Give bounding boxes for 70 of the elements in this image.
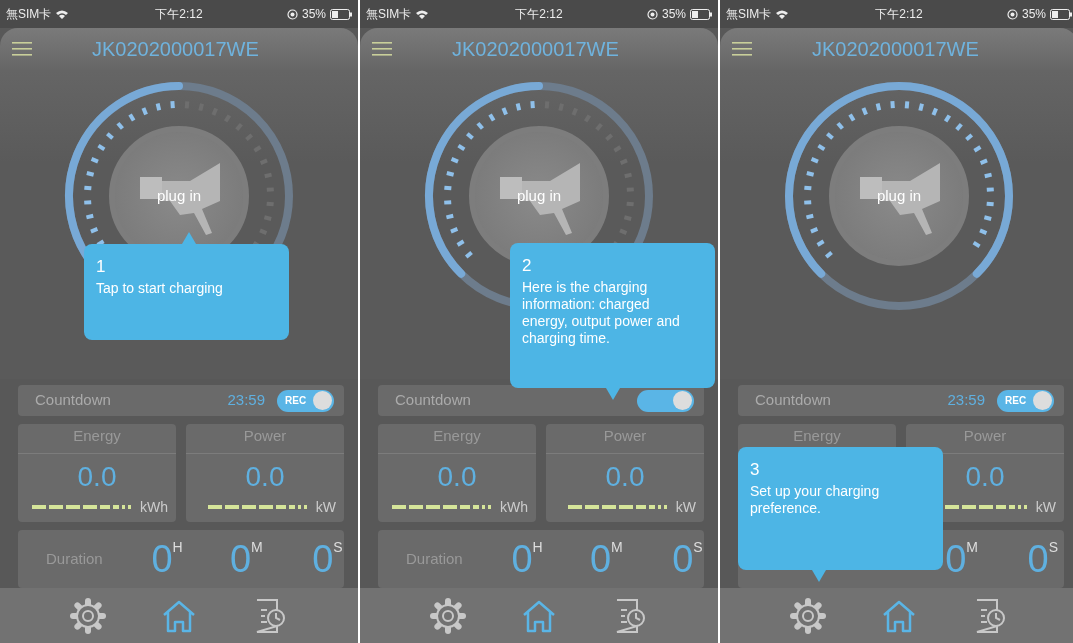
duration-value: 0 <box>151 539 173 579</box>
menu-icon[interactable] <box>12 42 32 56</box>
energy-unit: kWh <box>140 497 168 517</box>
countdown-label: Countdown <box>395 390 471 411</box>
plug-in-label: plug in <box>516 185 562 206</box>
tooltip-text: Set up your charging preference. <box>750 482 881 517</box>
countdown-label: Countdown <box>35 390 111 411</box>
duration-value: 0 <box>945 539 967 579</box>
rec-toggle[interactable]: REC <box>277 389 334 412</box>
duration-unit: S <box>333 538 343 557</box>
settings-icon[interactable] <box>430 597 466 634</box>
carrier-label: 無SIM卡 <box>726 6 772 23</box>
plug-in-button[interactable]: plug in <box>829 126 969 266</box>
tooltip-text: Here is the charging information: charged energy, output power and charging time. <box>522 278 681 347</box>
settings-icon[interactable] <box>70 597 106 634</box>
duration-unit: H <box>172 538 183 555</box>
power-value: 0.0 <box>604 460 646 494</box>
wifi-icon <box>775 8 790 20</box>
wifi-icon <box>55 8 70 20</box>
energy-unit: kWh <box>500 497 528 517</box>
carrier-label: 無SIM卡 <box>6 6 52 23</box>
energy-value: 0.0 <box>436 460 478 494</box>
countdown-value: 23:59 <box>947 390 985 411</box>
battery-percent: 35% <box>1022 6 1046 23</box>
battery-percent: 35% <box>662 6 686 23</box>
battery-icon <box>1050 8 1072 20</box>
battery-percent: 35% <box>302 6 326 23</box>
power-value: 0.0 <box>964 460 1006 494</box>
rotation-lock-icon <box>1007 8 1018 20</box>
duration-unit: H <box>532 538 543 555</box>
device-title: JK0202000017WE <box>452 37 619 62</box>
plug-in-label: plug in <box>156 185 202 206</box>
duration-unit: M <box>251 538 263 557</box>
duration-value: 0 <box>589 539 612 579</box>
menu-icon[interactable] <box>372 42 392 56</box>
duration-value: 0 <box>229 539 252 579</box>
duration-value: 0 <box>312 539 334 579</box>
wifi-icon <box>415 8 430 20</box>
status-time: 下午2:12 <box>515 6 563 23</box>
duration-unit: M <box>966 538 978 557</box>
duration-unit: S <box>1048 538 1058 555</box>
tooltip-step-number: 1 <box>96 256 107 278</box>
rotation-lock-icon <box>287 8 298 20</box>
status-time: 下午2:12 <box>875 6 923 23</box>
rotation-lock-icon <box>647 8 658 20</box>
duration-unit: M <box>611 538 623 557</box>
duration-unit: S <box>693 538 703 557</box>
battery-icon <box>330 8 352 20</box>
power-unit: kW <box>315 497 336 517</box>
rec-toggle[interactable]: REC <box>997 389 1054 412</box>
duration-value: 0 <box>1027 539 1049 579</box>
countdown-value: 23:59 <box>227 390 265 411</box>
plug-in-label: plug in <box>876 185 922 206</box>
duration-value: 0 <box>672 539 694 579</box>
status-time: 下午2:12 <box>155 6 203 23</box>
duration-value: 0 <box>511 539 533 579</box>
countdown-label: Countdown <box>755 390 831 411</box>
device-title: JK0202000017WE <box>92 37 259 62</box>
settings-icon[interactable] <box>790 597 826 634</box>
tooltip-step-number: 3 <box>750 459 761 481</box>
menu-icon[interactable] <box>732 42 752 56</box>
power-value: 0.0 <box>244 460 286 494</box>
device-title: JK0202000017WE <box>812 37 979 62</box>
power-unit: kW <box>1035 497 1056 517</box>
energy-value: 0.0 <box>76 460 118 494</box>
battery-icon <box>690 8 712 20</box>
carrier-label: 無SIM卡 <box>366 6 412 23</box>
rec-toggle[interactable] <box>637 389 694 412</box>
tooltip-text: Tap to start charging <box>96 279 224 297</box>
power-unit: kW <box>675 497 696 517</box>
